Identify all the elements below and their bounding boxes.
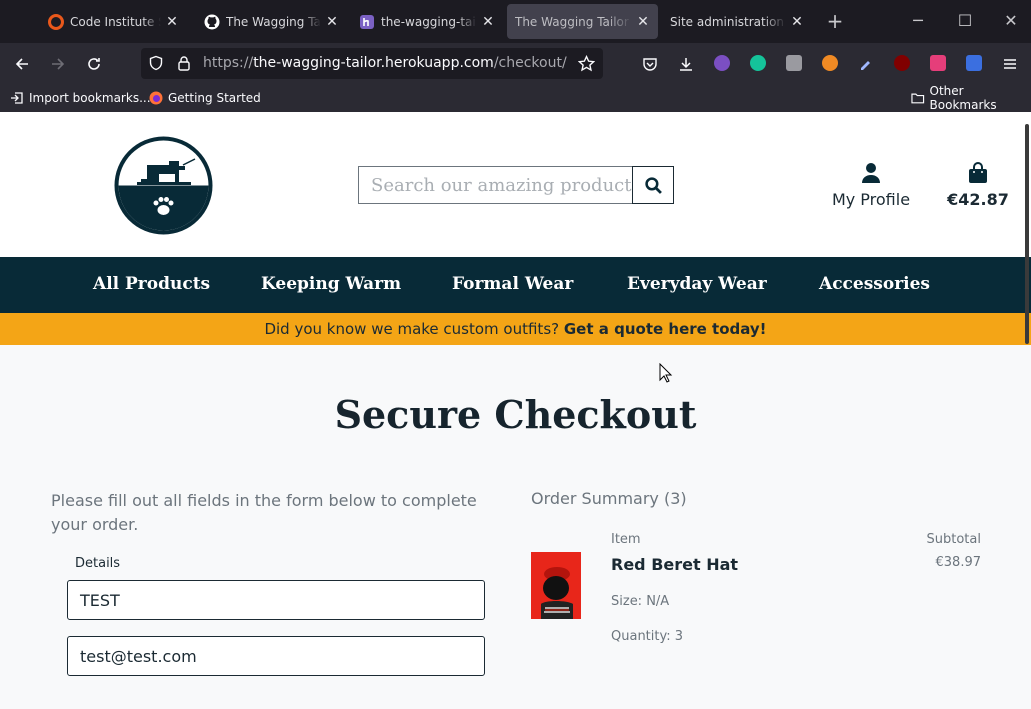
other-bookmarks-label: Other Bookmarks [929, 84, 997, 112]
extension-avatar-icon[interactable] [714, 55, 730, 71]
maximize-icon[interactable]: ☐ [954, 10, 976, 32]
quote-link[interactable]: Get a quote here today! [564, 320, 767, 338]
extension-g-icon[interactable] [822, 55, 838, 71]
menu-icon[interactable] [999, 53, 1021, 75]
bookmark-label: Getting Started [168, 91, 261, 105]
checkout-instructions: Please fill out all fields in the form b… [51, 491, 477, 534]
tab-title: the-wagging-tailo [381, 14, 477, 29]
close-tab-icon[interactable]: ✕ [481, 14, 495, 30]
email-field[interactable]: test@test.com [67, 636, 485, 676]
full-name-field[interactable]: TEST [67, 580, 485, 620]
code-institute-icon [48, 13, 64, 30]
bookmark-getting-started[interactable]: Getting Started [149, 90, 261, 106]
folder-icon [911, 93, 925, 104]
browser-tab-2[interactable]: The Wagging Tailo ✕ [196, 4, 347, 39]
web-page: Search our amazing products My Profile €… [0, 112, 1031, 709]
downloads-icon[interactable] [675, 53, 697, 75]
product-image [531, 552, 581, 619]
nav-accessories[interactable]: Accessories [819, 274, 930, 294]
url-path: /checkout/ [493, 55, 567, 71]
search-button[interactable] [632, 166, 674, 204]
tab-title: Site administration | Dj [670, 14, 786, 29]
search-input[interactable]: Search our amazing products [358, 166, 633, 204]
url-protocol: https:// [203, 55, 254, 71]
product-name: Red Beret Hat [611, 555, 739, 574]
main-navigation: All Products Keeping Warm Formal Wear Ev… [0, 257, 1031, 313]
extension-k-icon[interactable] [786, 55, 802, 71]
shopping-bag-link[interactable]: €42.87 [944, 162, 1012, 209]
extension-pink-icon[interactable] [930, 55, 946, 71]
heroku-icon [360, 14, 374, 29]
forward-icon[interactable] [47, 53, 69, 75]
translate-icon[interactable] [966, 55, 982, 71]
bookmark-label: Import bookmarks... [29, 91, 151, 105]
grammarly-icon[interactable] [750, 55, 766, 71]
product-quantity: Quantity: 3 [611, 629, 684, 644]
bookmarks-bar: Import bookmarks... Getting Started Othe… [0, 84, 1031, 112]
site-logo[interactable] [113, 135, 214, 236]
url-text: https://the-wagging-tailor.herokuapp.com… [203, 55, 567, 71]
details-legend: Details [75, 556, 121, 571]
page-scrollbar[interactable] [1025, 124, 1029, 344]
eyedropper-icon[interactable] [858, 55, 874, 71]
ublock-icon[interactable] [894, 55, 910, 71]
product-subtotal: €38.97 [935, 555, 982, 570]
promo-banner: Did you know we make custom outfits? Get… [0, 313, 1031, 345]
bookmark-star-icon[interactable] [578, 55, 595, 72]
browser-tab-5[interactable]: Site administration | Dj ✕ [662, 4, 812, 39]
product-size: Size: N/A [611, 594, 670, 609]
shopping-bag-icon [969, 162, 987, 183]
tab-title: The Wagging Tailo [226, 14, 321, 29]
new-tab-button[interactable]: + [824, 10, 846, 32]
bookmark-import[interactable]: Import bookmarks... [10, 90, 151, 106]
close-tab-icon[interactable]: ✕ [325, 14, 339, 30]
subtotal-column-header: Subtotal [926, 532, 981, 547]
browser-tab-3[interactable]: the-wagging-tailo ✕ [351, 4, 503, 39]
site-header: Search our amazing products My Profile €… [0, 112, 1031, 257]
github-icon [204, 14, 220, 29]
tab-title: Code Institute Sch [70, 14, 161, 29]
search-icon [644, 176, 662, 194]
browser-tab-bar: Code Institute Sch ✕ The Wagging Tailo ✕… [0, 0, 1031, 43]
item-column-header: Item [611, 532, 641, 547]
order-summary-title: Order Summary (3) [531, 489, 687, 508]
close-window-icon[interactable]: ✕ [1000, 10, 1022, 32]
lock-icon[interactable] [177, 55, 191, 71]
close-tab-icon[interactable]: ✕ [165, 14, 179, 30]
nav-formal-wear[interactable]: Formal Wear [452, 274, 573, 294]
firefox-icon [149, 91, 163, 105]
url-host: the-wagging-tailor.herokuapp.com [253, 55, 494, 71]
browser-tab-active[interactable]: The Wagging Tailor - S ✕ [507, 4, 658, 39]
tab-title: The Wagging Tailor - S [515, 14, 632, 29]
other-bookmarks[interactable]: Other Bookmarks [911, 84, 1031, 112]
page-title: Secure Checkout [334, 392, 697, 437]
my-profile-link[interactable]: My Profile [826, 162, 916, 209]
shield-icon[interactable] [148, 55, 164, 71]
import-icon [11, 92, 23, 104]
banner-text: Did you know we make custom outfits? [264, 320, 560, 338]
nav-keeping-warm[interactable]: Keeping Warm [261, 274, 401, 294]
browser-toolbar: https://the-wagging-tailor.herokuapp.com… [0, 43, 1031, 85]
minimize-icon[interactable]: ─ [907, 10, 929, 32]
my-profile-label: My Profile [831, 190, 911, 209]
browser-tab-1[interactable]: Code Institute Sch ✕ [40, 4, 187, 39]
reload-icon[interactable] [83, 53, 105, 75]
pocket-icon[interactable] [639, 53, 661, 75]
back-icon[interactable] [11, 53, 33, 75]
nav-all-products[interactable]: All Products [93, 274, 210, 294]
bag-total: €42.87 [947, 190, 1009, 209]
nav-everyday-wear[interactable]: Everyday Wear [627, 274, 767, 294]
close-tab-icon[interactable]: ✕ [790, 14, 804, 30]
address-bar[interactable]: https://the-wagging-tailor.herokuapp.com… [141, 48, 603, 79]
user-icon [862, 163, 880, 183]
close-tab-icon[interactable]: ✕ [636, 14, 650, 30]
mouse-cursor-icon [659, 363, 673, 383]
